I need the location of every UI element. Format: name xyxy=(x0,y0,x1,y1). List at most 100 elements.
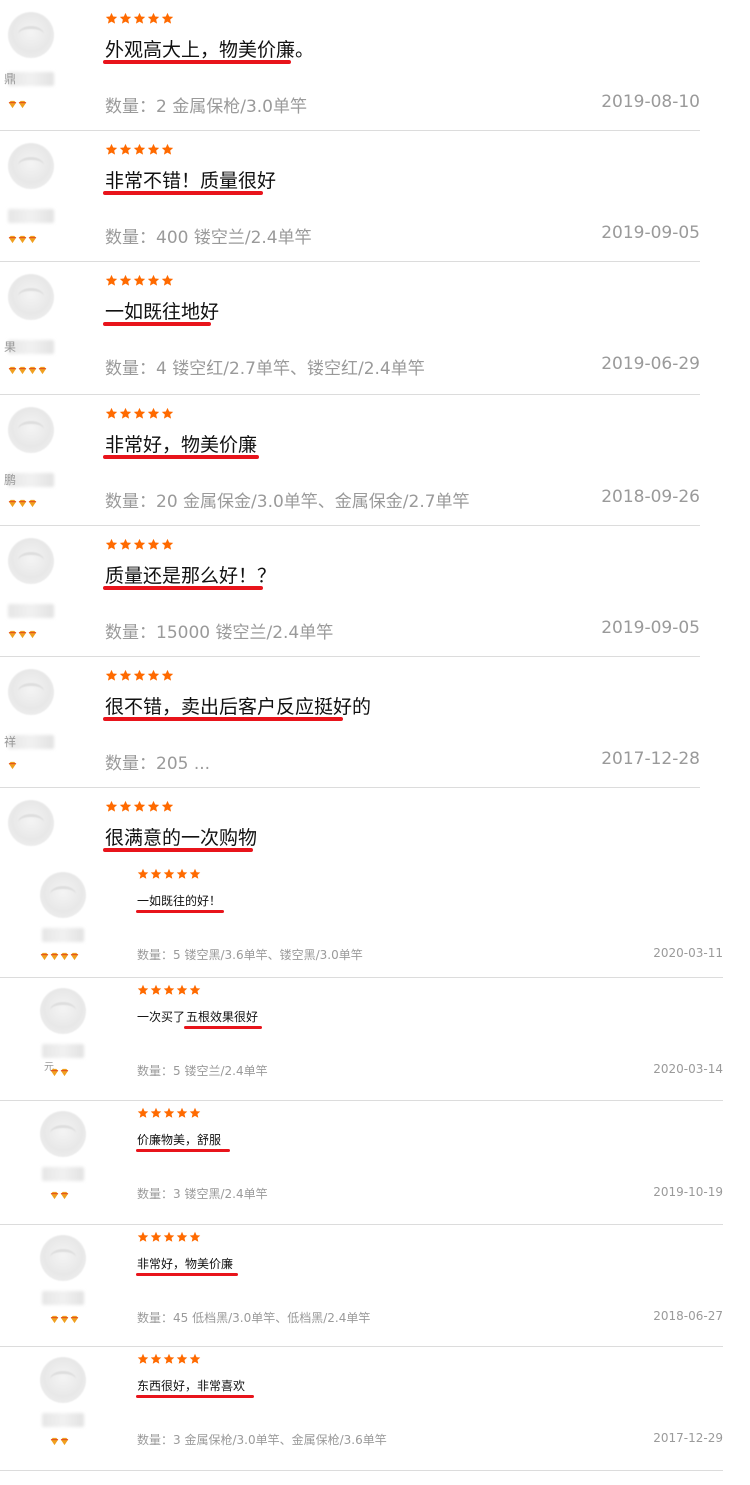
avatar xyxy=(8,800,54,846)
star-rating xyxy=(137,1353,201,1365)
badge-icon xyxy=(8,235,17,244)
badge-icon xyxy=(28,366,37,375)
star-icon xyxy=(176,1107,188,1119)
order-info: 数量：3 镂空黑/2.4单竿 xyxy=(137,1187,268,1201)
badge-icon xyxy=(18,630,27,639)
review-item: 东西很好，非常喜欢 数量：3 金属保枪/3.0单竿、金属保枪/3.6单竿 2017-… xyxy=(0,1347,723,1471)
star-icon xyxy=(161,143,174,156)
star-icon xyxy=(133,407,146,420)
review-comment: 很不错，卖出后客户反应挺好的 xyxy=(105,696,372,718)
review-comment: 一如既往的好！ xyxy=(137,894,222,908)
star-icon xyxy=(147,407,160,420)
reviewer-name-blurred xyxy=(8,209,54,223)
comment-underline xyxy=(136,1149,230,1152)
star-icon xyxy=(150,1353,162,1365)
review-item: 很满意的一次购物 xyxy=(0,788,700,868)
reviewer-name-blurred xyxy=(42,1413,84,1427)
review-comment: 一如既往地好 xyxy=(105,301,220,323)
star-rating xyxy=(137,1231,201,1243)
avatar xyxy=(8,669,54,715)
badge-icon xyxy=(18,235,27,244)
star-icon xyxy=(161,12,174,25)
star-icon xyxy=(189,1353,201,1365)
review-date: 2018-06-27 xyxy=(653,1309,723,1323)
star-icon xyxy=(176,984,188,996)
star-icon xyxy=(189,1107,201,1119)
review-date: 2019-06-29 xyxy=(601,354,700,374)
badge-icon xyxy=(8,499,17,508)
review-item: 鼎 外观高大上，物美价廉。 数量：2 金属保枪/3.0单竿 2019-08-10 xyxy=(0,0,700,131)
star-icon xyxy=(119,274,132,287)
comment-underline xyxy=(136,1273,238,1276)
comment-underline xyxy=(103,60,291,64)
star-icon xyxy=(133,538,146,551)
review-item: 一如既往的好！ 数量：5 镂空黑/3.6单竿、镂空黑/3.0单竿 2020-03-1… xyxy=(0,862,723,978)
review-item: 质量还是那么好！？ 数量：15000 镂空兰/2.4单竿 2019-09-05 xyxy=(0,526,700,657)
review-item: 价廉物美，舒服数量：3 镂空黑/2.4单竿 2019-10-19 xyxy=(0,1101,723,1225)
review-item: 非常不错！质量很好 数量：400 镂空兰/2.4单竿 2019-09-05 xyxy=(0,131,700,262)
star-icon xyxy=(105,669,118,682)
comment-underline xyxy=(184,1026,262,1029)
badge-icon xyxy=(60,952,69,961)
review-comment: 非常不错！质量很好 xyxy=(105,170,277,192)
star-icon xyxy=(105,800,118,813)
star-rating xyxy=(105,143,174,156)
comment-underline xyxy=(103,586,263,590)
star-rating xyxy=(105,407,174,420)
star-icon xyxy=(137,1231,149,1243)
review-date: 2019-10-19 xyxy=(653,1185,723,1199)
avatar xyxy=(8,143,54,189)
badge-icon xyxy=(28,499,37,508)
order-info: 数量：45 低档黑/3.0单竿、低档黑/2.4单竿 xyxy=(137,1311,371,1325)
badge-icon xyxy=(8,100,17,109)
star-icon xyxy=(147,143,160,156)
star-rating xyxy=(105,274,174,287)
star-icon xyxy=(150,984,162,996)
star-icon xyxy=(189,984,201,996)
badge-icon xyxy=(28,235,37,244)
review-comment: 价廉物美，舒服 xyxy=(137,1133,222,1147)
star-rating xyxy=(105,12,174,25)
reviewer-name-char: 果 xyxy=(4,340,17,354)
star-icon xyxy=(163,984,175,996)
level-badges xyxy=(40,952,79,961)
star-icon xyxy=(105,274,118,287)
review-comment: 非常好，物美价廉 xyxy=(105,434,258,456)
level-badges xyxy=(50,1315,79,1324)
review-date: 2018-09-26 xyxy=(601,487,700,507)
comment-underline xyxy=(103,717,343,721)
badge-icon xyxy=(8,630,17,639)
comment-underline xyxy=(103,191,263,195)
level-badges xyxy=(8,761,17,770)
star-icon xyxy=(163,1353,175,1365)
badge-icon xyxy=(18,499,27,508)
review-comment: 东西很好，非常喜欢 xyxy=(137,1379,246,1393)
star-icon xyxy=(119,12,132,25)
order-info: 数量：400 镂空兰/2.4单竿 xyxy=(105,228,312,248)
review-date: 2019-09-05 xyxy=(601,618,700,638)
star-icon xyxy=(119,143,132,156)
badge-icon xyxy=(18,100,27,109)
reviewer-name-char: 鹏 xyxy=(4,473,17,487)
order-info: 数量：3 金属保枪/3.0单竿、金属保枪/3.6单竿 xyxy=(137,1433,387,1447)
reviewer-name-blurred xyxy=(42,1044,84,1058)
level-badges xyxy=(50,1191,69,1200)
review-comment: 五根效果很好 xyxy=(186,1010,259,1024)
review-item: 鹏 非常好，物美价廉数量：20 金属保金/3.0单竿、金属保金/2.7单竿 2018… xyxy=(0,395,700,526)
order-info: 数量：20 金属保金/3.0单竿、金属保金/2.7单竿 xyxy=(105,492,470,512)
avatar xyxy=(8,538,54,584)
review-date: 2017-12-28 xyxy=(601,749,700,769)
badge-icon xyxy=(50,1437,59,1446)
avatar xyxy=(8,407,54,453)
star-icon xyxy=(147,12,160,25)
star-icon xyxy=(133,143,146,156)
review-date: 2020-03-11 xyxy=(653,946,723,960)
review-date: 2019-08-10 xyxy=(601,92,700,112)
order-info: 数量：4 镂空红/2.7单竿、镂空红/2.4单竿 xyxy=(105,359,425,379)
star-icon xyxy=(176,1353,188,1365)
star-icon xyxy=(105,12,118,25)
star-icon xyxy=(137,1107,149,1119)
review-date: 2020-03-14 xyxy=(653,1062,723,1076)
reviewer-name-char: 祥 xyxy=(4,735,17,749)
badge-icon xyxy=(60,1191,69,1200)
